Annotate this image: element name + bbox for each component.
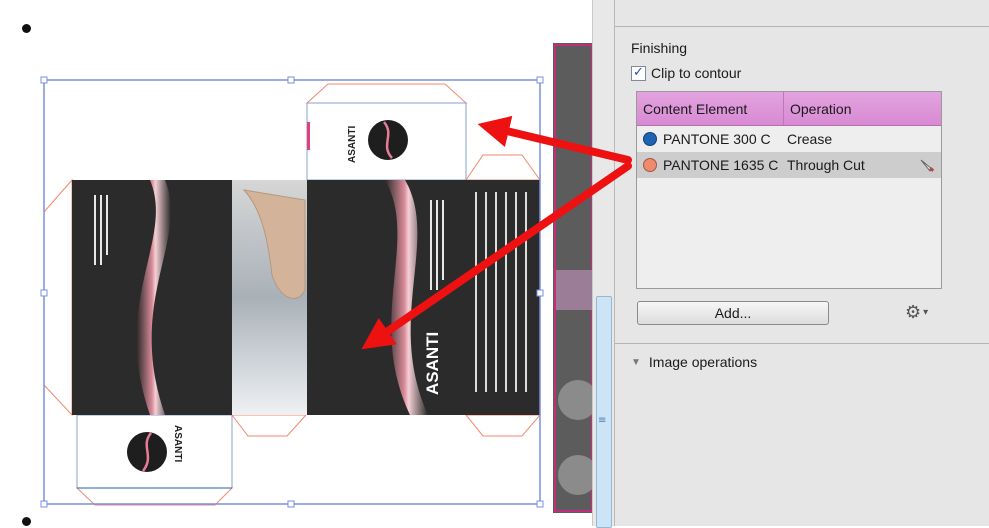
panel-divider xyxy=(615,26,989,27)
adjacent-artwork xyxy=(553,43,592,513)
splitter-handle[interactable] xyxy=(596,296,612,528)
table-header: Content Element Operation xyxy=(637,92,941,126)
panel-splitter[interactable]: ≡ xyxy=(592,0,615,528)
check-icon: ✓ xyxy=(633,63,644,79)
image-operations-section[interactable]: ▼ Image operations xyxy=(631,354,757,370)
grip-icon: ≡ xyxy=(598,415,607,426)
collapse-triangle-icon[interactable]: ▼ xyxy=(631,357,641,368)
color-dot-icon xyxy=(643,158,657,172)
content-element-name: PANTONE 1635 C xyxy=(663,157,779,173)
column-header-content-element[interactable]: Content Element xyxy=(637,92,783,125)
operation-value: Crease xyxy=(787,131,833,147)
finishing-title: Finishing xyxy=(631,40,688,56)
color-dot-icon xyxy=(643,132,657,146)
finishing-table: Content Element Operation PANTONE 300 C … xyxy=(636,91,942,289)
box-dieline-artwork[interactable]: ASANTI ASANTI ASANTI xyxy=(0,0,592,526)
settings-menu-button[interactable]: ⚙ ▾ xyxy=(905,303,928,321)
section-divider xyxy=(615,343,989,344)
clip-to-contour-checkbox[interactable]: ✓ xyxy=(631,63,646,81)
image-operations-label[interactable]: Image operations xyxy=(649,354,757,370)
table-row[interactable]: PANTONE 300 C Crease xyxy=(637,126,941,152)
cutting-knife-icon[interactable] xyxy=(919,157,935,173)
operation-value: Through Cut xyxy=(787,157,865,173)
gear-icon: ⚙ xyxy=(905,302,922,322)
column-header-operation[interactable]: Operation xyxy=(783,92,941,125)
top-flap-brand-text: ASANTI xyxy=(347,126,358,163)
clip-to-contour-label[interactable]: Clip to contour xyxy=(651,65,741,81)
finishing-panel: Finishing ✓ Clip to contour Content Elem… xyxy=(614,0,989,526)
table-row[interactable]: PANTONE 1635 C Through Cut xyxy=(637,152,941,178)
artwork-canvas[interactable]: ASANTI ASANTI ASANTI xyxy=(0,0,592,526)
add-button[interactable]: Add... xyxy=(637,301,829,325)
front-brand-text: ASANTI xyxy=(423,332,442,395)
content-element-name: PANTONE 300 C xyxy=(663,131,771,147)
chevron-down-icon: ▾ xyxy=(923,306,929,318)
clip-to-contour-row[interactable]: ✓ Clip to contour xyxy=(631,63,741,81)
bottom-flap-brand-text: ASANTI xyxy=(172,425,183,462)
panel-right xyxy=(466,180,540,415)
